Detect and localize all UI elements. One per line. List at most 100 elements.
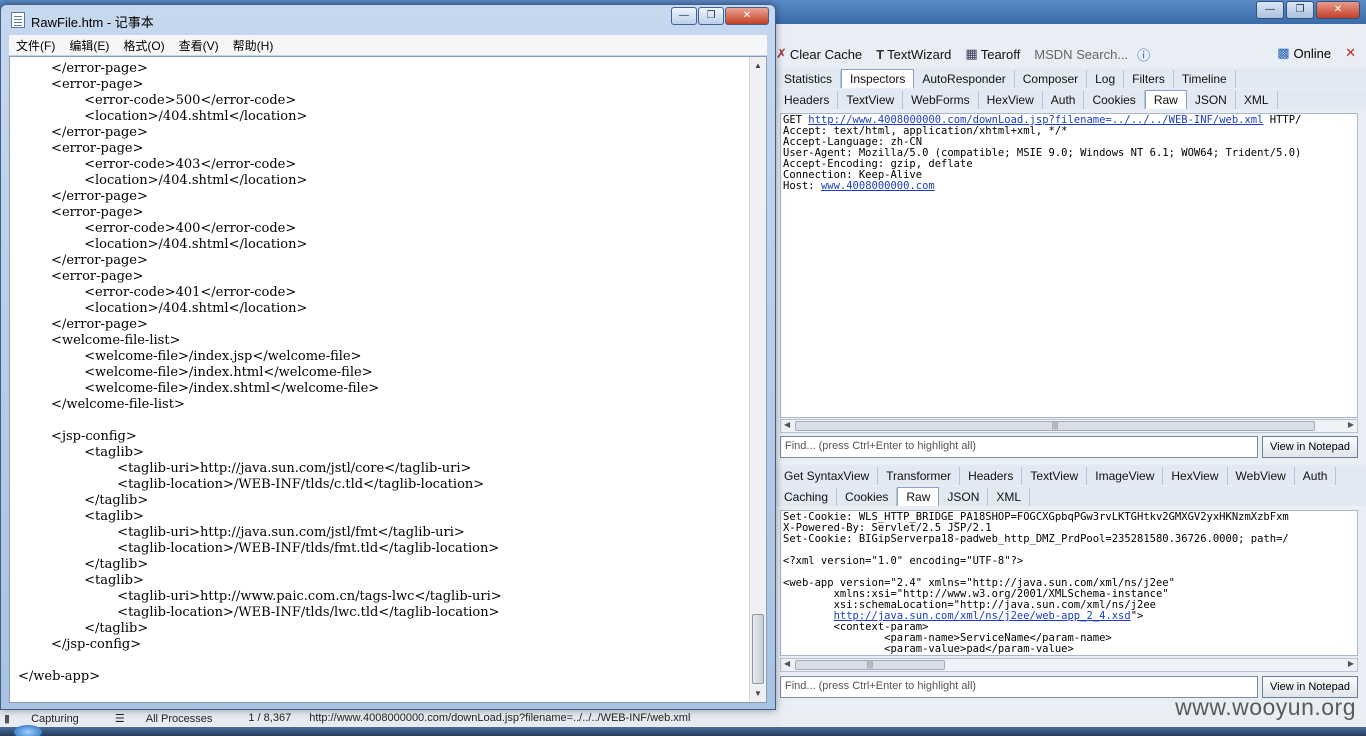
notepad-vertical-scrollbar[interactable]: ▲ ▼	[749, 57, 766, 702]
notepad-text-area[interactable]: </error-page> <error-page> <error-code>5…	[9, 56, 767, 703]
response-inspector-tabs-row2: Caching Cookies Raw JSON XML	[776, 486, 1366, 506]
resp-tab-caching[interactable]: Caching	[776, 488, 838, 506]
request-horizontal-scrollbar[interactable]: ◀ ||| ▶	[780, 419, 1358, 433]
fiddler-maximize-button[interactable]: ❐	[1286, 1, 1314, 19]
notepad-line: <taglib-location>/WEB-INF/tlds/fmt.tld</…	[18, 541, 500, 556]
request-host-link[interactable]: www.4008000000.com	[821, 180, 935, 192]
tab-autoresponder[interactable]: AutoResponder	[914, 70, 1015, 88]
tab-timeline[interactable]: Timeline	[1174, 70, 1236, 88]
req-tab-json[interactable]: JSON	[1187, 91, 1236, 109]
text-wizard-button[interactable]: T TextWizard	[876, 47, 951, 62]
close-toolbar-icon[interactable]: ✕	[1345, 45, 1356, 61]
req-tab-cookies[interactable]: Cookies	[1084, 91, 1145, 109]
tab-inspectors[interactable]: Inspectors	[841, 69, 915, 88]
scroll-left-icon[interactable]: ◀	[784, 420, 790, 429]
request-protocol: HTTP/	[1263, 114, 1302, 126]
online-computer-icon: ▩	[1277, 45, 1290, 60]
fiddler-minimize-button[interactable]: —	[1256, 1, 1284, 19]
notepad-line: <location>/404.shtml</location>	[18, 237, 308, 252]
notepad-close-button[interactable]: ✕	[725, 7, 769, 25]
req-tab-raw[interactable]: Raw	[1144, 90, 1187, 109]
req-tab-headers[interactable]: Headers	[776, 91, 839, 109]
resp-tab-webview[interactable]: WebView	[1228, 467, 1295, 485]
request-find-bar: Find... (press Ctrl+Enter to highlight a…	[780, 436, 1358, 458]
notepad-line: <taglib-location>/WEB-INF/tlds/c.tld</ta…	[18, 477, 485, 492]
resp-tab-cookies[interactable]: Cookies	[837, 488, 898, 506]
resp-tab-textview[interactable]: TextView	[1022, 467, 1088, 485]
resp-tab-imageview[interactable]: ImageView	[1087, 467, 1164, 485]
resp-tab-hexview[interactable]: HexView	[1163, 467, 1228, 485]
req-tab-auth[interactable]: Auth	[1043, 91, 1085, 109]
notepad-line: <taglib>	[18, 445, 144, 460]
req-tab-textview[interactable]: TextView	[838, 91, 904, 109]
notepad-line: <error-page>	[18, 269, 144, 284]
request-scroll-thumb[interactable]: |||	[795, 421, 1315, 431]
tab-log[interactable]: Log	[1087, 70, 1125, 88]
help-icon[interactable]: ⓘ	[1137, 45, 1150, 64]
resp-tab-get-syntaxview[interactable]: Get SyntaxView	[776, 467, 879, 485]
session-count: 1 / 8,367	[248, 712, 292, 724]
notepad-line: <welcome-file>/index.html</welcome-file>	[18, 365, 373, 380]
resp-tab-headers[interactable]: Headers	[960, 467, 1023, 485]
request-view-in-notepad-button[interactable]: View in Notepad	[1262, 436, 1358, 458]
resp-tab-auth[interactable]: Auth	[1295, 467, 1337, 485]
response-horizontal-scrollbar[interactable]: ◀ ||| ▶	[780, 658, 1358, 672]
notepad-line: </error-page>	[18, 317, 148, 332]
tearoff-button[interactable]: ▦ Tearoff	[965, 46, 1020, 62]
notepad-line: <error-code>403</error-code>	[18, 157, 297, 172]
notepad-line: <taglib-location>/WEB-INF/tlds/lwc.tld</…	[18, 605, 500, 620]
scroll-down-icon[interactable]: ▼	[750, 685, 766, 702]
resp-tab-transformer[interactable]: Transformer	[878, 467, 961, 485]
scroll-right-icon[interactable]: ▶	[1348, 420, 1354, 429]
notepad-line: </error-page>	[18, 253, 148, 268]
scroll-right-icon[interactable]: ▶	[1348, 659, 1354, 668]
request-find-input[interactable]: Find... (press Ctrl+Enter to highlight a…	[780, 436, 1258, 458]
notepad-minimize-button[interactable]: —	[671, 7, 697, 25]
notepad-window-controls: — ❐ ✕	[671, 7, 769, 25]
clear-cache-label: Clear Cache	[789, 46, 863, 62]
response-raw-view[interactable]: Set-Cookie: WLS_HTTP_BRIDGE_PA18SHOP=FOG…	[780, 510, 1358, 656]
start-button[interactable]	[14, 725, 42, 736]
notepad-line: <location>/404.shtml</location>	[18, 109, 308, 124]
online-indicator[interactable]: ▩ Online ✕	[1277, 45, 1356, 61]
notepad-line: </taglib>	[18, 557, 149, 572]
resp-tab-raw[interactable]: Raw	[897, 487, 940, 506]
resp-tab-json[interactable]: JSON	[939, 488, 989, 506]
menu-edit[interactable]: 编辑(E)	[62, 37, 116, 54]
menu-file[interactable]: 文件(F)	[9, 37, 62, 54]
notepad-scroll-thumb[interactable]	[752, 614, 764, 684]
request-raw-view[interactable]: GET http://www.4008000000.com/downLoad.j…	[780, 113, 1358, 418]
tab-statistics[interactable]: Statistics	[776, 70, 842, 88]
msdn-search-label: MSDN Search...	[1034, 46, 1129, 62]
scroll-left-icon[interactable]: ◀	[784, 659, 790, 668]
notepad-line: </error-page>	[18, 189, 148, 204]
notepad-line: </taglib>	[18, 493, 149, 508]
capturing-status[interactable]: ▮ Capturing	[4, 712, 97, 725]
response-line: <?xml version="1.0" encoding="UTF-8"?>	[783, 555, 1024, 567]
req-tab-webforms[interactable]: WebForms	[903, 91, 979, 109]
notepad-line: </error-page>	[18, 61, 148, 76]
tab-composer[interactable]: Composer	[1015, 70, 1088, 88]
notepad-line: <welcome-file>/index.jsp</welcome-file>	[18, 349, 362, 364]
response-scroll-thumb[interactable]: |||	[795, 660, 945, 670]
scroll-up-icon[interactable]: ▲	[750, 57, 766, 74]
fiddler-main-tabs: Statistics Inspectors AutoResponder Comp…	[776, 68, 1366, 88]
notepad-line: <jsp-config>	[18, 429, 137, 444]
process-filter[interactable]: ☰ All Processes	[115, 712, 231, 725]
req-tab-xml[interactable]: XML	[1236, 91, 1278, 109]
req-tab-hexview[interactable]: HexView	[979, 91, 1043, 109]
menu-format[interactable]: 格式(O)	[116, 37, 171, 54]
fiddler-close-button[interactable]: ✕	[1316, 1, 1360, 19]
clear-cache-button[interactable]: ✗ Clear Cache	[776, 46, 862, 62]
menu-view[interactable]: 查看(V)	[172, 37, 226, 54]
menu-help[interactable]: 帮助(H)	[226, 37, 281, 54]
msdn-search-input[interactable]: MSDN Search... ⓘ	[1034, 45, 1150, 64]
notepad-app-icon	[11, 12, 25, 28]
request-inspector-tabs: Headers TextView WebForms HexView Auth C…	[776, 89, 1366, 109]
notepad-line: </welcome-file-list>	[18, 397, 185, 412]
tab-filters[interactable]: Filters	[1124, 70, 1174, 88]
notepad-maximize-button[interactable]: ❐	[698, 7, 724, 25]
text-wizard-label: TextWizard	[887, 46, 952, 62]
notepad-content[interactable]: </error-page> <error-page> <error-code>5…	[18, 61, 748, 701]
resp-tab-xml[interactable]: XML	[988, 488, 1031, 506]
